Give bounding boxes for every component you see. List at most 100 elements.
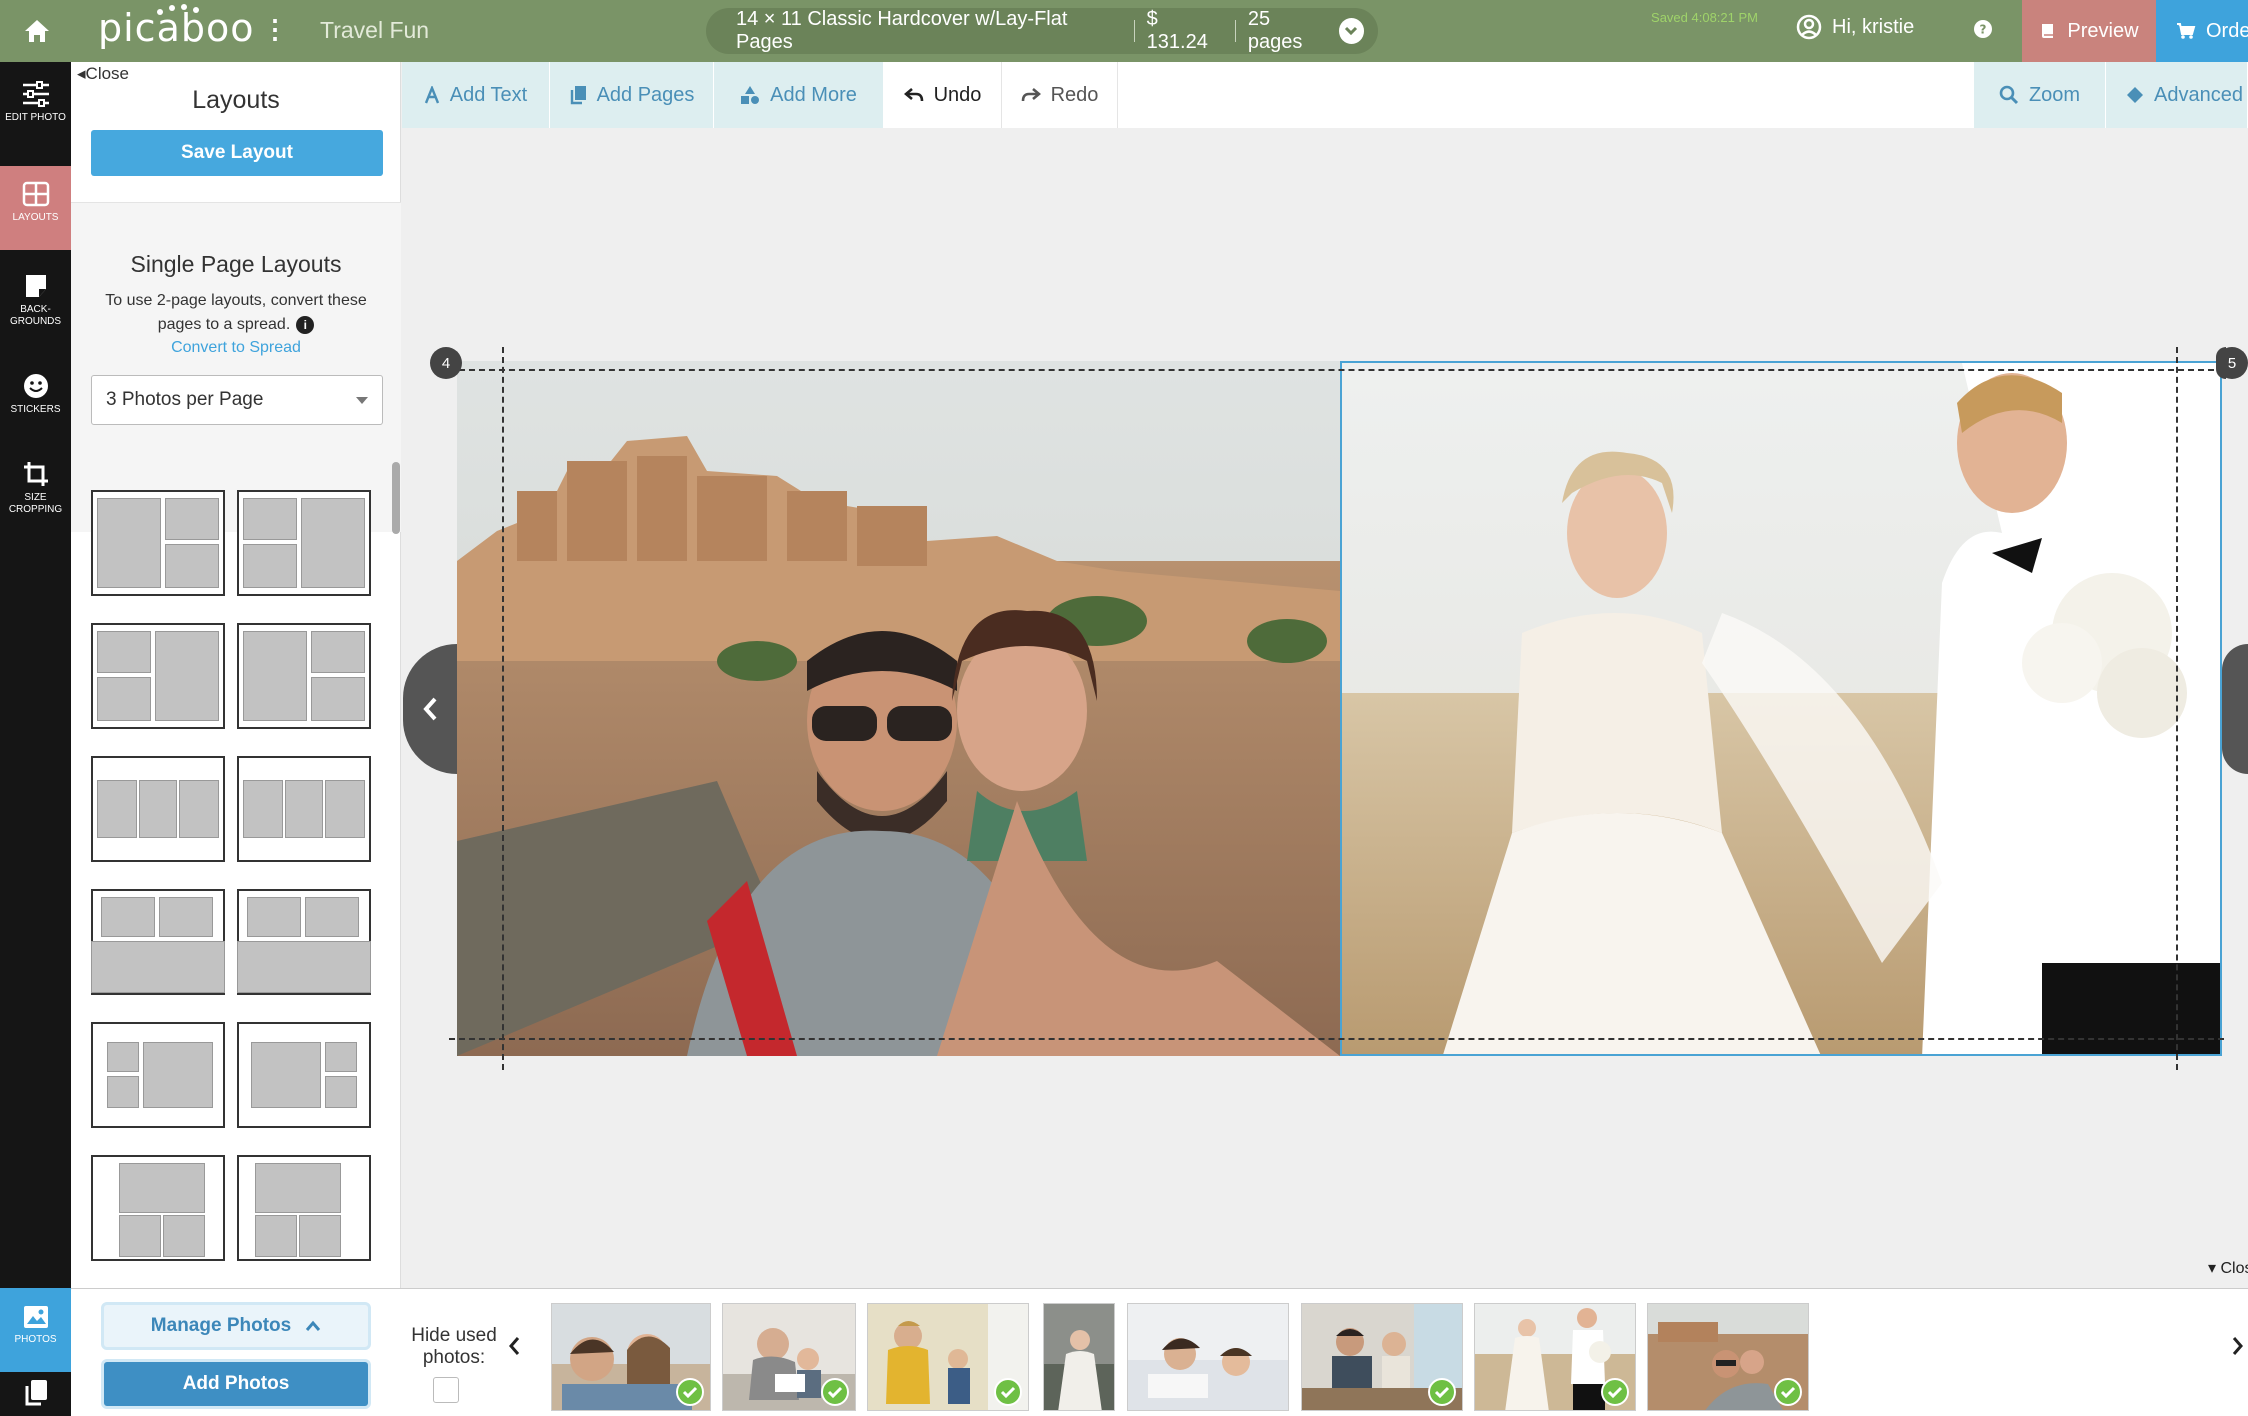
rail-stickers[interactable]: STICKERS <box>0 372 71 442</box>
tray-photo[interactable] <box>1043 1303 1115 1411</box>
page-number-badge: 4 <box>430 347 462 379</box>
tray-photo[interactable] <box>1474 1303 1636 1411</box>
add-text-button[interactable]: Add Text <box>402 62 550 128</box>
rail-backgrounds[interactable]: BACK- GROUNDS <box>0 272 71 356</box>
advanced-button[interactable]: Advanced <box>2106 62 2248 128</box>
tray-photo[interactable] <box>1301 1303 1463 1411</box>
image-icon <box>23 1306 48 1328</box>
zoom-button[interactable]: Zoom <box>1974 62 2106 128</box>
tray-photo[interactable] <box>1127 1303 1289 1411</box>
tray-photo[interactable] <box>867 1303 1029 1411</box>
chevron-down-icon[interactable] <box>1338 18 1364 44</box>
svg-text:?: ? <box>1980 23 1987 37</box>
layout-thumb[interactable] <box>237 1022 371 1128</box>
rail-photos[interactable]: PHOTOS <box>0 1288 71 1372</box>
right-page-number-badge: 5 <box>2216 347 2248 379</box>
chevron-left-icon[interactable] <box>507 1335 521 1357</box>
add-photos-button[interactable]: Add Photos <box>101 1359 371 1409</box>
layout-thumb[interactable] <box>91 756 225 862</box>
add-more-label: Add More <box>770 83 857 106</box>
rail-edit-photo[interactable]: EDIT PHOTO <box>0 80 71 164</box>
next-page-button[interactable] <box>2222 644 2248 774</box>
hint-text: To use 2-page layouts, convert these pag… <box>105 292 367 333</box>
undo-icon <box>903 88 923 102</box>
layout-thumb[interactable] <box>237 623 371 729</box>
layout-thumb[interactable] <box>91 490 225 596</box>
tray-photo[interactable] <box>551 1303 711 1411</box>
smiley-icon <box>23 374 48 398</box>
pages-icon <box>570 86 586 105</box>
layout-thumb[interactable] <box>237 1155 371 1261</box>
save-layout-button[interactable]: Save Layout <box>91 130 383 176</box>
travel-selfie-image <box>457 361 1340 1056</box>
layout-thumb[interactable] <box>237 490 371 596</box>
help-icon[interactable]: ? <box>1972 18 1994 40</box>
layout-thumb[interactable] <box>91 1155 225 1261</box>
manage-photos-label: Manage Photos <box>150 1315 292 1336</box>
chevron-up-icon <box>306 1320 321 1331</box>
undo-button[interactable]: Undo <box>884 62 1002 128</box>
tray-photo[interactable] <box>722 1303 856 1411</box>
rail-label: STICKERS <box>10 404 61 415</box>
close-tray-link[interactable]: ▾ Close <box>2208 1258 2248 1278</box>
saved-status: Saved 4:08:21 PM <box>1651 10 1758 25</box>
project-title[interactable]: Travel Fun <box>320 17 429 44</box>
tool-rail: EDIT PHOTO LAYOUTS BACK- GROUNDS STICKER… <box>0 62 71 1416</box>
layout-thumb[interactable] <box>237 756 371 862</box>
text-a-icon <box>424 86 439 104</box>
logo-dots-icon <box>157 4 199 15</box>
product-selector[interactable]: 14 × 11 Classic Hardcover w/Lay-Flat Pag… <box>706 8 1378 54</box>
user-menu[interactable]: Hi, kristie <box>1796 14 1914 40</box>
add-pages-label: Add Pages <box>596 83 695 106</box>
rail-size-cropping[interactable]: SIZE CROPPING <box>0 460 71 544</box>
left-page-photo[interactable] <box>457 361 1340 1056</box>
chevron-right-icon[interactable] <box>2231 1335 2245 1357</box>
undo-label: Undo <box>933 83 982 106</box>
page-count: 25 pages <box>1247 8 1303 53</box>
background-icon <box>25 275 46 297</box>
hide-used-checkbox[interactable] <box>433 1377 459 1403</box>
layout-options: Single Page Layouts To use 2-page layout… <box>71 202 401 532</box>
preview-button[interactable]: Preview <box>2022 0 2156 62</box>
more-menu-icon[interactable]: ⋮ <box>262 16 288 42</box>
close-label: Close <box>85 64 130 83</box>
product-price: $ 131.24 <box>1146 8 1208 53</box>
book-spread: 4 <box>430 347 2226 1070</box>
chevron-left-icon <box>423 697 437 721</box>
layout-thumb[interactable] <box>91 623 225 729</box>
section-title: Single Page Layouts <box>130 251 342 277</box>
add-more-button[interactable]: Add More <box>714 62 884 128</box>
layouts-scrollbar[interactable] <box>392 462 400 534</box>
redo-button[interactable]: Redo <box>1002 62 1118 128</box>
rail-pages[interactable] <box>0 1378 71 1416</box>
zoom-icon <box>1999 85 2018 105</box>
add-pages-button[interactable]: Add Pages <box>550 62 714 128</box>
used-check-icon <box>676 1378 704 1406</box>
caret-down-icon <box>356 396 368 404</box>
previous-page-button[interactable] <box>403 644 457 774</box>
photos-per-page-select[interactable]: 3 Photos per Page <box>91 375 383 425</box>
advanced-label: Advanced <box>2154 83 2243 106</box>
product-name: 14 × 11 Classic Hardcover w/Lay-Flat Pag… <box>736 8 1068 53</box>
info-icon[interactable]: i <box>296 315 315 334</box>
close-panel-link[interactable]: ◂Close <box>77 64 129 84</box>
right-page-photo[interactable] <box>1340 361 2222 1056</box>
rail-layouts[interactable]: LAYOUTS <box>0 166 71 250</box>
convert-to-spread-link[interactable]: Convert to Spread <box>71 339 401 357</box>
sliders-icon <box>22 81 49 107</box>
manage-photos-button[interactable]: Manage Photos <box>101 1302 371 1350</box>
preview-label: Preview <box>2067 19 2139 42</box>
layout-thumb[interactable] <box>237 889 371 995</box>
user-icon <box>1796 14 1822 40</box>
layout-thumb[interactable] <box>91 889 225 995</box>
layout-thumb[interactable] <box>91 1022 225 1128</box>
used-check-icon <box>821 1378 849 1406</box>
crop-icon <box>23 462 48 486</box>
order-button[interactable]: Order <box>2156 0 2248 62</box>
shapes-icon <box>741 86 760 104</box>
home-button[interactable] <box>0 0 74 62</box>
diamond-icon <box>2127 87 2143 103</box>
cart-icon <box>2177 23 2196 39</box>
used-check-icon <box>1428 1378 1456 1406</box>
tray-photo[interactable] <box>1647 1303 1809 1411</box>
